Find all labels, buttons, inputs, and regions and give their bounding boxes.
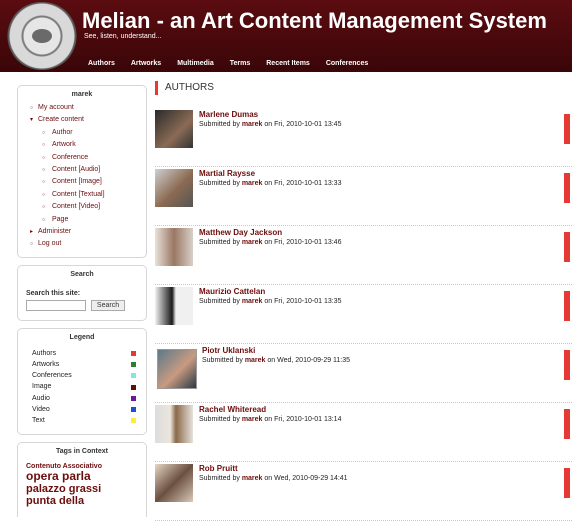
search-label: Search this site: [26,289,81,297]
menu-content-audio[interactable]: Content [Audio] [30,164,142,177]
type-color-bar [564,409,570,439]
university-seal-logo[interactable] [6,2,78,70]
author-name-link[interactable]: Martial Raysse [199,169,255,178]
nav-recent-items[interactable]: Recent Items [258,56,318,72]
author-user-link[interactable]: marek [245,357,266,364]
author-node: Marlene Dumas Submitted by marek on Fri,… [155,110,572,167]
author-name-link[interactable]: Rob Pruitt [199,464,238,473]
legend-item: Authors [32,348,136,359]
color-swatch [131,373,136,379]
search-block-title: Search [70,270,94,278]
menu-my-account[interactable]: My account [30,102,142,115]
user-menu-title: marek [71,91,93,98]
menu-conference[interactable]: Conference [30,152,142,165]
color-swatch [131,406,136,412]
tag-link[interactable]: palazzo grassi [26,483,140,495]
author-user-link[interactable]: marek [242,475,263,482]
author-thumbnail[interactable] [155,405,193,443]
author-name-link[interactable]: Matthew Day Jackson [199,228,282,237]
author-node: Rob Pruitt Submitted by marek on Wed, 20… [155,464,572,521]
type-color-bar [564,114,570,144]
author-thumbnail[interactable] [155,464,193,502]
author-user-link[interactable]: marek [242,298,263,305]
tag-link[interactable]: punta della [26,495,140,507]
site-header: Melian - an Art Content Management Syste… [0,0,572,72]
menu-page[interactable]: Page [30,214,142,227]
author-node: Matthew Day Jackson Submitted by marek o… [155,228,572,285]
author-name-link[interactable]: Piotr Uklanski [202,346,255,355]
legend-title: Legend [69,333,95,341]
site-title[interactable]: Melian - an Art Content Management Syste… [82,8,547,34]
nav-terms[interactable]: Terms [222,56,259,72]
tag-cloud: Contenuto Associativo opera parla palazz… [18,459,146,517]
author-node: Piotr Uklanski Submitted by marek on Wed… [155,346,572,403]
menu-administer[interactable]: Administer [30,226,142,239]
color-swatch [131,362,136,368]
menu-content-image[interactable]: Content [Image] [30,176,142,189]
color-swatch [131,384,136,390]
tags-title: Tags in Context [56,448,108,456]
submitted-info: Submitted by marek on Fri, 2010-10-01 13… [199,298,342,305]
legend-item: Audio [32,393,136,404]
legend-item: Image [32,381,136,392]
author-name-link[interactable]: Marlene Dumas [199,110,258,119]
legend-item: Text [32,415,136,426]
menu-create-content[interactable]: Create content [30,114,142,127]
menu-content-textual[interactable]: Content [Textual] [30,189,142,202]
nav-artworks[interactable]: Artworks [123,56,169,72]
nav-multimedia[interactable]: Multimedia [169,56,222,72]
legend-item: Conferences [32,370,136,381]
submitted-info: Submitted by marek on Wed, 2010-09-29 14… [199,475,348,482]
page-title: AUTHORS [155,80,572,96]
tag-link[interactable]: opera parla [26,470,140,483]
author-user-link[interactable]: marek [242,416,263,423]
type-color-bar [564,232,570,262]
submitted-info: Submitted by marek on Fri, 2010-10-01 13… [199,121,342,128]
author-node: Rachel Whiteread Submitted by marek on F… [155,405,572,462]
search-button[interactable]: Search [91,299,125,311]
legend-block: Legend Authors Artworks Conferences Imag… [17,327,147,436]
tags-block: Tags in Context Contenuto Associativo op… [17,442,147,518]
submitted-info: Submitted by marek on Fri, 2010-10-01 13… [199,180,342,187]
submitted-info: Submitted by marek on Fri, 2010-10-01 13… [199,239,342,246]
author-thumbnail[interactable] [155,228,193,266]
legend-item: Video [32,404,136,415]
type-color-bar [564,291,570,321]
color-swatch [131,418,136,424]
submitted-info: Submitted by marek on Fri, 2010-10-01 13… [199,416,342,423]
author-thumbnail[interactable] [155,110,193,148]
color-swatch [131,350,136,356]
menu-log-out[interactable]: Log out [30,238,142,251]
menu-artwork[interactable]: Artwork [30,139,142,152]
author-thumbnail[interactable] [155,169,193,207]
author-node: Martial Raysse Submitted by marek on Fri… [155,169,572,226]
primary-nav: Authors Artworks Multimedia Terms Recent… [80,56,376,72]
search-input[interactable] [26,299,86,311]
author-thumbnail[interactable] [157,349,197,389]
site-slogan: See, listen, understand... [84,33,162,40]
legend-item: Artworks [32,359,136,370]
type-color-bar [564,350,570,380]
color-swatch [131,395,136,401]
nav-authors[interactable]: Authors [80,56,123,72]
author-name-link[interactable]: Maurizio Cattelan [199,287,265,296]
user-menu: My account Create content Author Artwork… [18,102,146,257]
sidebar: marek My account Create content Author A… [17,85,147,524]
menu-content-video[interactable]: Content [Video] [30,201,142,214]
type-color-bar [564,468,570,498]
author-name-link[interactable]: Rachel Whiteread [199,405,266,414]
submitted-info: Submitted by marek on Wed, 2010-09-29 11… [202,357,351,364]
menu-author[interactable]: Author [30,127,142,140]
author-node: Maurizio Cattelan Submitted by marek on … [155,287,572,344]
author-user-link[interactable]: marek [242,180,263,187]
type-color-bar [564,173,570,203]
author-thumbnail[interactable] [155,287,193,325]
author-user-link[interactable]: marek [242,239,263,246]
nav-conferences[interactable]: Conferences [318,56,376,72]
user-menu-block: marek My account Create content Author A… [17,85,147,258]
legend-list: Authors Artworks Conferences Image Audio… [18,345,146,434]
search-block: Search Search this site: Search [17,264,147,321]
author-user-link[interactable]: marek [242,121,263,128]
main-content: AUTHORS Marlene Dumas Submitted by marek… [155,80,572,521]
